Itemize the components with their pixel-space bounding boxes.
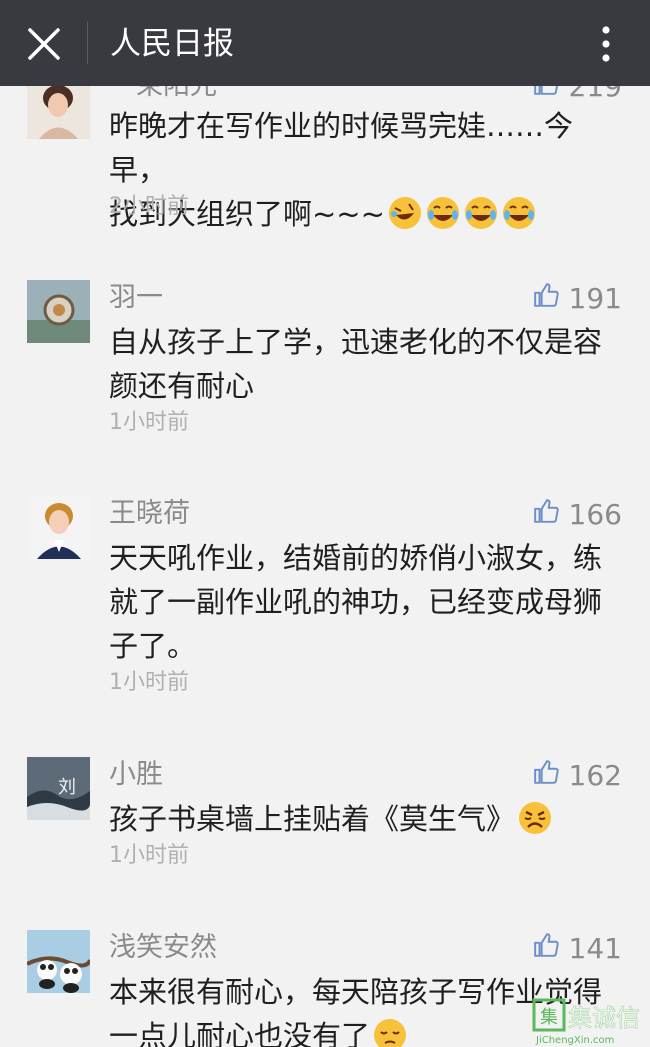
comment-time: 2小时前 — [109, 194, 189, 219]
avatar-char: 刘 — [58, 777, 76, 798]
rofl-emoji-icon — [387, 195, 423, 231]
like-button[interactable]: 191 — [533, 280, 622, 316]
comment-list: 一束阳光 219 昨晚才在写作业的时候骂完娃……今早， 找到大组织了啊~~~ 2… — [0, 0, 650, 1047]
avatar[interactable] — [27, 930, 90, 993]
like-count: 191 — [568, 281, 622, 315]
commenter-name[interactable]: 王晓荷 — [109, 496, 190, 532]
page-title: 人民日报 — [110, 26, 234, 62]
comment-text-line: 颜还有耐心 — [109, 369, 255, 403]
watermark-text: 集诚信 — [568, 1004, 640, 1032]
thumbs-up-icon — [533, 498, 559, 531]
watermark-logo-char: 集 — [540, 1007, 558, 1028]
comment-text-line: 自从孩子上了学，迅速老化的不仅是容 — [109, 325, 603, 359]
avatar[interactable] — [27, 280, 90, 343]
comment-text-line: 天天吼作业，结婚前的娇俏小淑女，练 — [109, 541, 603, 575]
close-icon — [22, 28, 66, 70]
comment-text-line: 子了。 — [109, 629, 197, 663]
comment-time: 1小时前 — [109, 410, 189, 435]
commenter-name[interactable]: 小胜 — [109, 757, 163, 793]
tears-of-joy-emoji-icon — [463, 195, 499, 231]
pensive-emoji-icon — [372, 1017, 408, 1047]
comment-time: 1小时前 — [109, 670, 189, 695]
thumbs-up-icon — [533, 932, 559, 965]
comment-text-line: 就了一副作业吼的神功，已经变成母狮 — [109, 585, 603, 619]
site-watermark: 集 集诚信 JiChengXin.com — [532, 998, 650, 1047]
header-divider — [87, 22, 88, 64]
comment-text-fragment: 一点儿耐心也没有了 — [109, 1019, 371, 1047]
tears-of-joy-emoji-icon — [425, 195, 461, 231]
like-count: 166 — [568, 497, 622, 531]
tears-of-joy-emoji-icon — [501, 195, 537, 231]
comment-text-line: 孩子书桌墙上挂贴着《莫生气》 — [109, 797, 609, 841]
more-options-button[interactable] — [586, 22, 626, 66]
top-bar: 人民日报 — [0, 0, 650, 86]
comment-text: 自从孩子上了学，迅速老化的不仅是容 颜还有耐心 — [109, 320, 609, 408]
like-button[interactable]: 166 — [533, 496, 622, 532]
comment-text-line: 昨晚才在写作业的时候骂完娃……今早， — [109, 109, 574, 187]
like-button[interactable]: 162 — [533, 757, 622, 793]
close-button[interactable] — [22, 22, 66, 66]
commenter-name[interactable]: 羽一 — [109, 280, 163, 316]
like-count: 162 — [568, 758, 622, 792]
thumbs-up-icon — [533, 759, 559, 792]
comment-time: 1小时前 — [109, 843, 189, 868]
avatar[interactable]: 刘 — [27, 757, 90, 820]
thumbs-up-icon — [533, 282, 559, 315]
comment-text-fragment: 孩子书桌墙上挂贴着《莫生气》 — [109, 802, 516, 836]
watermark-subtext: JiChengXin.com — [535, 1035, 614, 1046]
commenter-name[interactable]: 浅笑安然 — [109, 930, 217, 966]
more-vertical-icon — [586, 26, 626, 70]
like-button[interactable]: 141 — [533, 930, 622, 966]
angry-emoji-icon — [517, 800, 553, 836]
avatar[interactable] — [27, 496, 90, 559]
comment-text: 孩子书桌墙上挂贴着《莫生气》 — [109, 797, 609, 841]
comment-text: 天天吼作业，结婚前的娇俏小淑女，练 就了一副作业吼的神功，已经变成母狮 子了。 — [109, 536, 609, 668]
like-count: 141 — [568, 931, 622, 965]
